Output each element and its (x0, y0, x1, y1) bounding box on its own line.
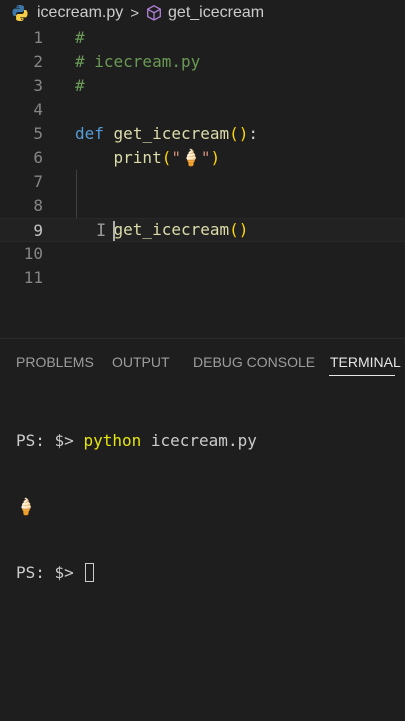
panel-tabs: PROBLEMS OUTPUT DEBUG CONSOLE TERMINAL (0, 339, 405, 379)
comment: # (75, 28, 85, 47)
keyword-def: def (75, 124, 104, 143)
parentheses: () (229, 220, 249, 239)
terminal-line: PS: $> python icecream.py (16, 430, 257, 452)
line-number: 2 (33, 52, 43, 71)
parentheses: () (229, 124, 249, 143)
comment: # icecream.py (75, 52, 201, 71)
terminal-output: 🍦 (16, 496, 257, 518)
code-editor[interactable]: 1 # 2 # icecream.py 3 # 4 5 def get_icec… (0, 26, 405, 336)
code-line[interactable]: 11 (0, 266, 405, 290)
terminal-command: python (83, 431, 142, 450)
chevron-right-icon: > (130, 4, 140, 22)
code-line[interactable]: 5 def get_icecream(): (0, 122, 405, 146)
code-line[interactable]: 1 # (0, 26, 405, 50)
terminal-prompt: PS: $> (16, 431, 74, 450)
line-number: 1 (33, 28, 43, 47)
close-paren: ) (210, 148, 221, 167)
comment: # (75, 76, 85, 95)
line-number: 10 (23, 244, 43, 263)
breadcrumb-file[interactable]: icecream.py (37, 4, 123, 22)
code-line[interactable]: 4 (0, 98, 405, 122)
open-paren: ( (161, 148, 172, 167)
symbol-method-icon (145, 4, 163, 22)
code-line[interactable]: 3 # (0, 74, 405, 98)
tab-debug-console[interactable]: DEBUG CONSOLE (193, 354, 315, 370)
breadcrumb-symbol[interactable]: get_icecream (168, 4, 264, 22)
terminal-argument: icecream.py (150, 431, 257, 450)
breadcrumb: icecream.py > get_icecream (0, 0, 405, 26)
colon: : (248, 124, 259, 143)
code-line[interactable]: 8 (0, 194, 405, 218)
code-line[interactable]: 10 (0, 242, 405, 266)
text-cursor (113, 221, 115, 241)
line-number: 11 (23, 268, 43, 287)
line-number: 3 (33, 76, 43, 95)
line-number: 4 (33, 100, 43, 119)
code-line[interactable]: 2 # icecream.py (0, 50, 405, 74)
bottom-panel: PROBLEMS OUTPUT DEBUG CONSOLE TERMINAL P… (0, 338, 405, 721)
current-code-line[interactable]: 9 I get_icecream() (0, 218, 405, 242)
terminal-output-text: 🍦 (16, 497, 36, 516)
tab-terminal[interactable]: TERMINAL (330, 354, 401, 370)
python-icon (11, 4, 29, 22)
line-number: 9 (33, 221, 43, 240)
code-line[interactable]: 6 print("🍦") (0, 146, 405, 170)
function-call: get_icecream (113, 220, 230, 239)
line-number: 7 (33, 172, 43, 191)
code-line[interactable]: 7 (0, 170, 405, 194)
line-number: 5 (33, 124, 43, 143)
terminal[interactable]: PS: $> python icecream.py 🍦 PS: $> (16, 386, 257, 628)
tab-problems[interactable]: PROBLEMS (16, 354, 94, 370)
tab-output[interactable]: OUTPUT (112, 354, 170, 370)
active-tab-indicator (329, 375, 395, 376)
function-call: print (113, 148, 162, 167)
terminal-cursor (85, 563, 95, 582)
line-number: 6 (33, 148, 43, 167)
function-name: get_icecream (113, 124, 230, 143)
string-literal: "🍦" (171, 148, 211, 167)
line-number: 8 (33, 196, 43, 215)
terminal-prompt: PS: $> (16, 563, 74, 582)
terminal-line: PS: $> (16, 562, 257, 584)
